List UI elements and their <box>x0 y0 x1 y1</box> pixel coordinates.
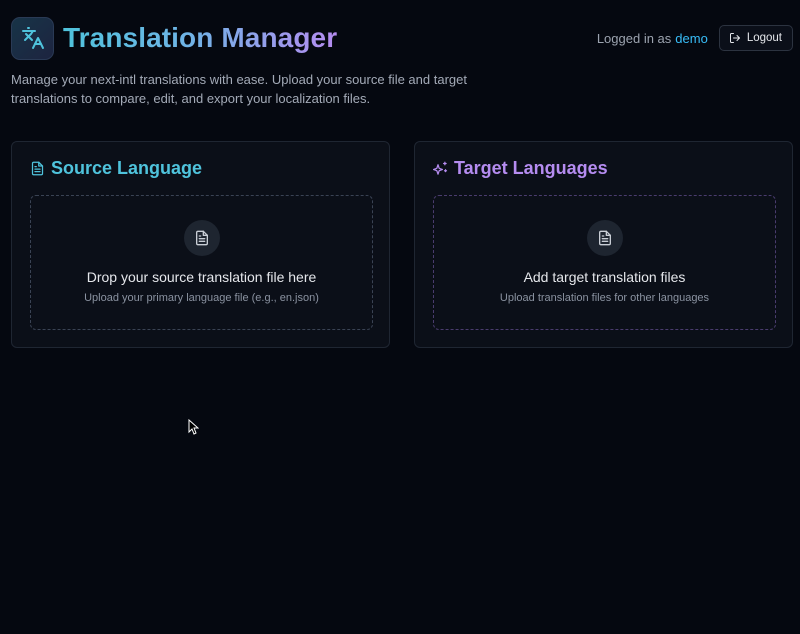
mouse-cursor-icon <box>188 419 199 435</box>
app-root: Translation Manager Logged in as demo Lo… <box>0 0 800 634</box>
target-languages-card: Target Languages Add target translation … <box>414 141 793 348</box>
header: Translation Manager Logged in as demo Lo… <box>11 16 793 60</box>
target-dropzone[interactable]: Add target translation files Upload tran… <box>433 195 776 330</box>
target-card-title: Target Languages <box>454 158 608 178</box>
user-area: Logged in as demo Logout <box>597 25 793 51</box>
logo <box>11 16 54 60</box>
logout-icon <box>729 33 740 43</box>
target-drop-title: Add target translation files <box>523 269 686 285</box>
target-file-icon-circle <box>586 220 623 256</box>
target-drop-subtitle: Upload translation files for other langu… <box>499 292 710 304</box>
file-text-icon <box>31 161 44 176</box>
source-dropzone[interactable]: Drop your source translation file here U… <box>30 195 373 330</box>
translate-icon <box>21 27 44 49</box>
page-description: Manage your next-intl translations with … <box>11 72 467 106</box>
app-title: Translation Manager <box>63 22 338 53</box>
source-language-card: Source Language Drop your source transla… <box>11 141 390 348</box>
file-icon <box>195 230 208 246</box>
username: demo <box>675 30 708 46</box>
target-card-header: Target Languages <box>433 158 608 179</box>
source-drop-subtitle: Upload your primary language file (e.g.,… <box>84 292 319 304</box>
source-file-icon-circle <box>183 220 220 256</box>
source-card-header: Source Language <box>30 158 202 179</box>
source-card-title: Source Language <box>51 158 203 178</box>
sparkles-icon <box>433 161 448 175</box>
file-icon <box>598 230 611 246</box>
logout-label: Logout <box>746 32 782 44</box>
logged-in-label: Logged in as <box>596 30 672 46</box>
source-drop-title: Drop your source translation file here <box>86 269 317 285</box>
logout-button[interactable]: Logout <box>718 25 793 51</box>
